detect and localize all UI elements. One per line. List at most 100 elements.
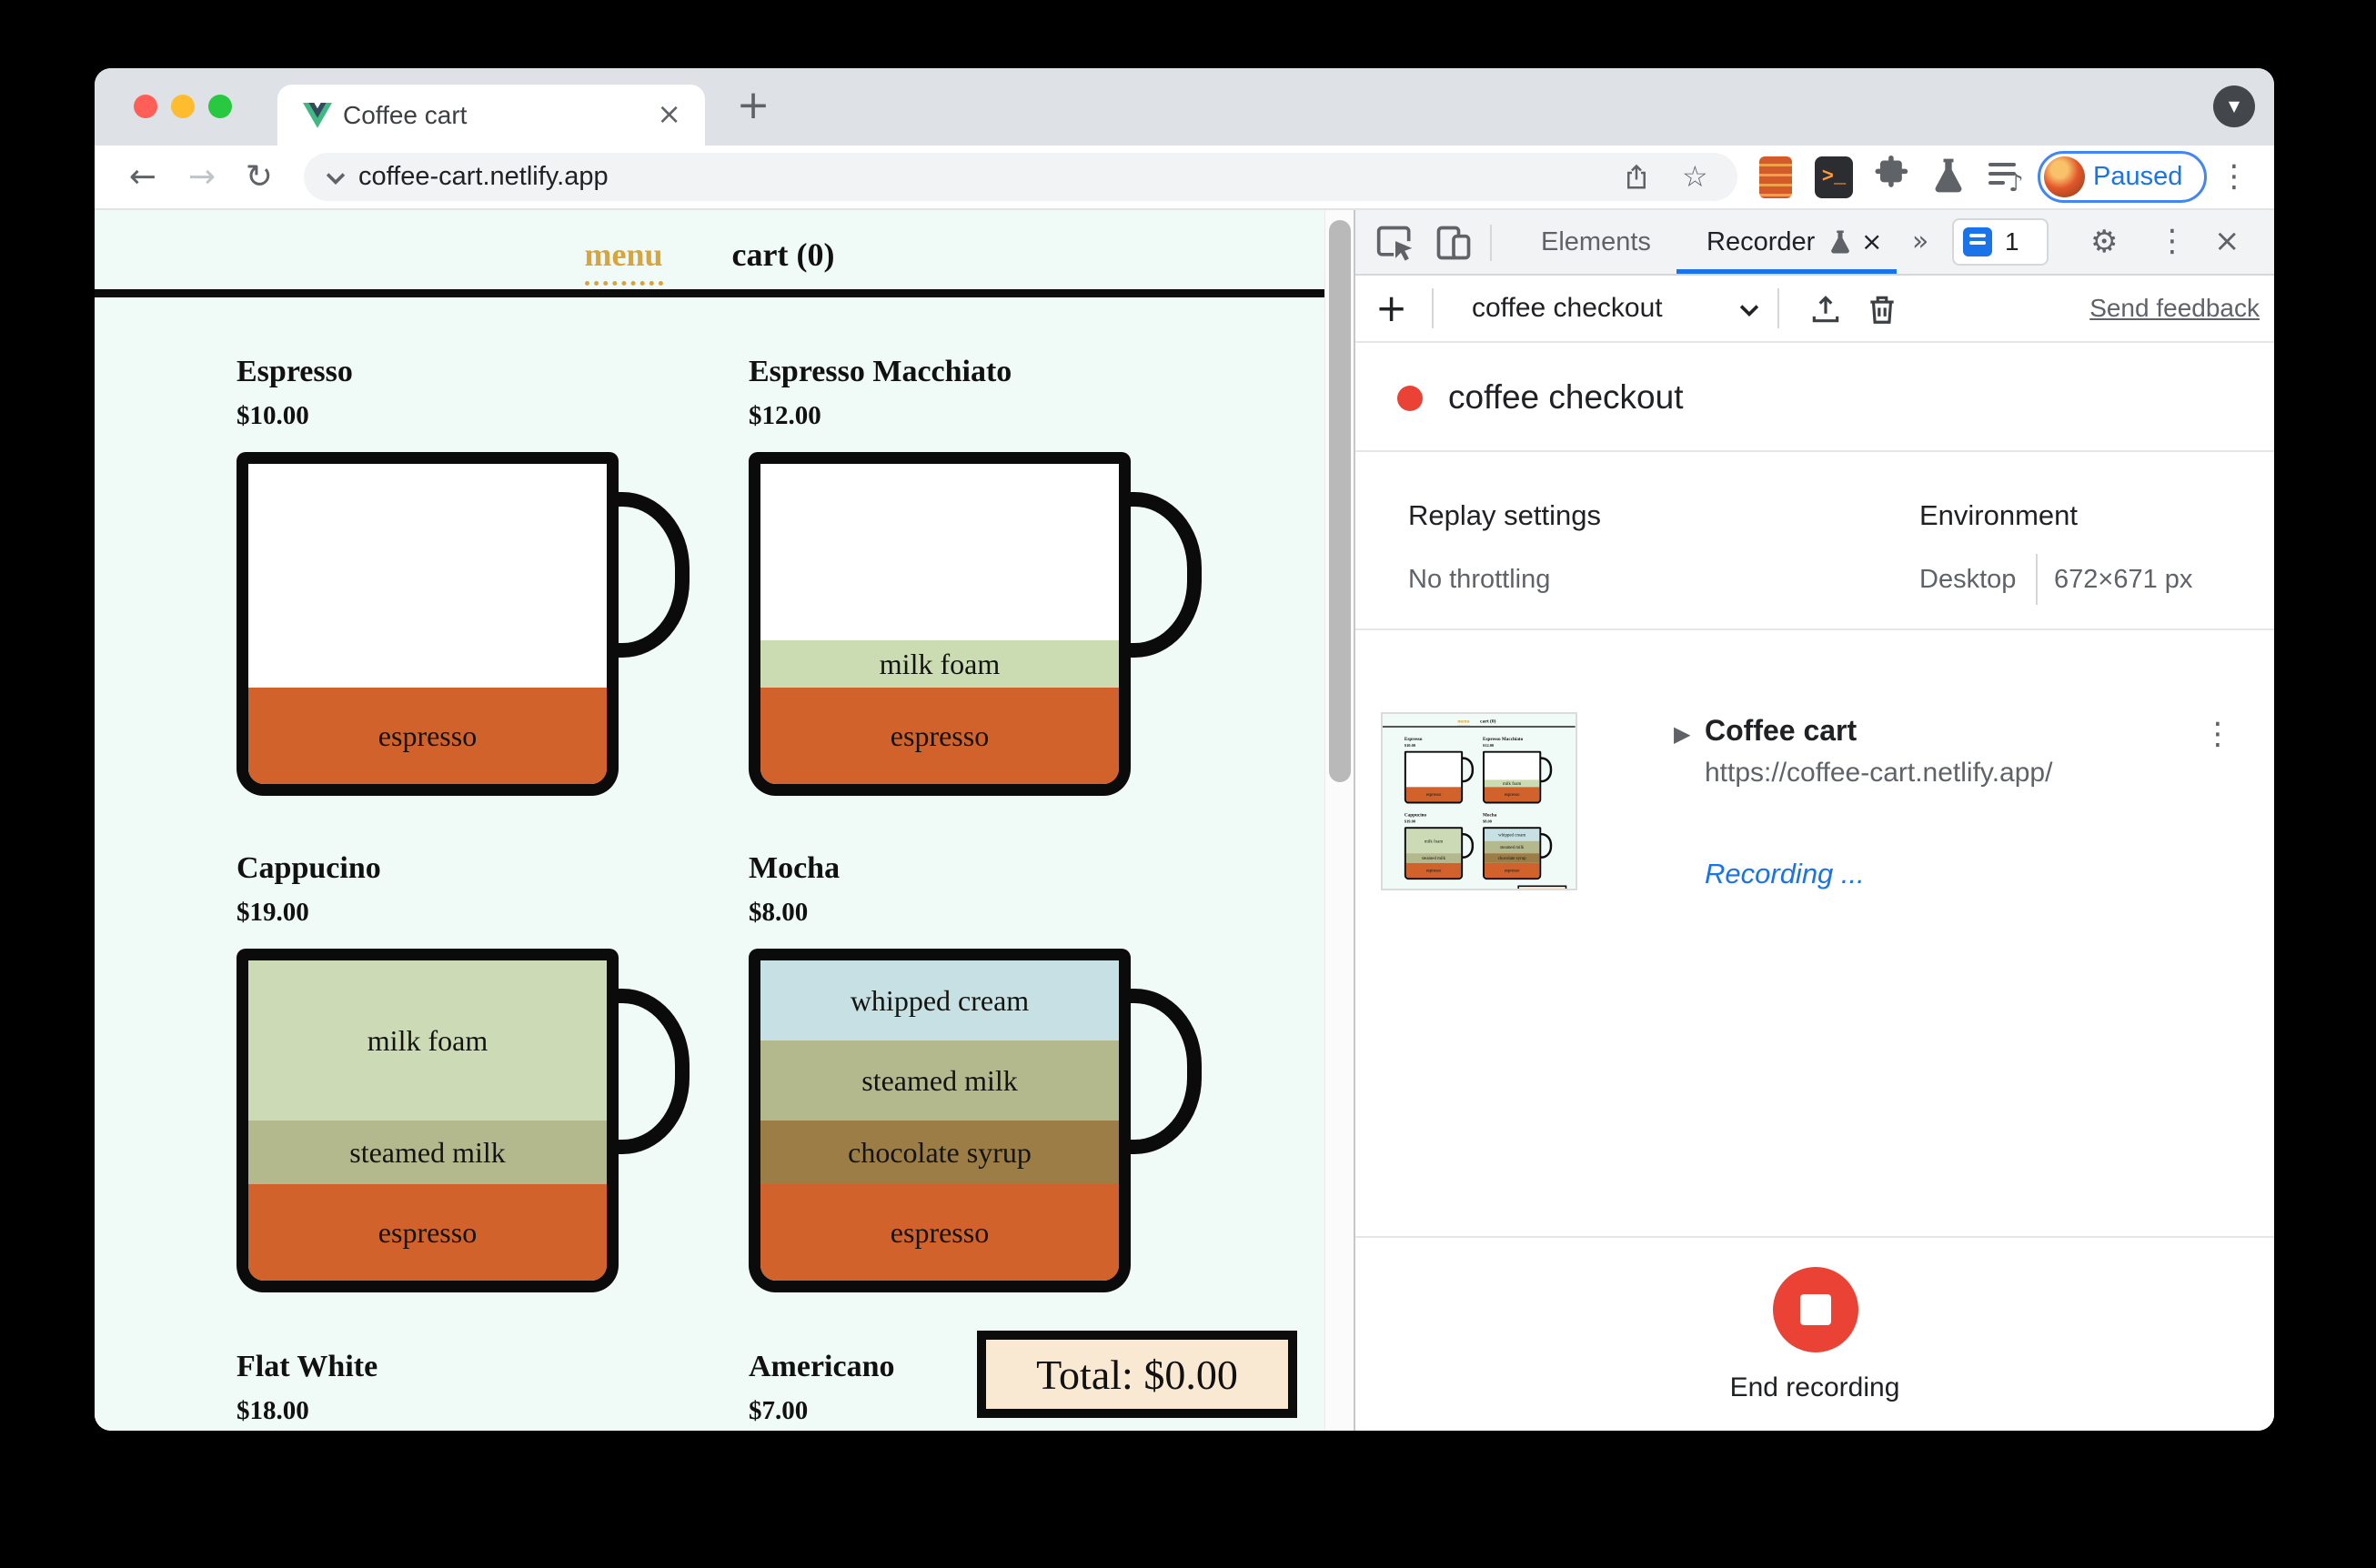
layer-label: milk foam <box>879 647 1001 680</box>
issues-chat-icon <box>1963 227 1992 256</box>
forward-button[interactable]: → <box>182 158 222 198</box>
thumb-item-price: $8.00 <box>1483 819 1492 824</box>
profile-paused-button[interactable]: Paused <box>2038 151 2207 203</box>
extension-docs-icon[interactable] <box>1754 156 1797 199</box>
recording-title: coffee checkout <box>1448 378 1684 416</box>
traffic-light-zoom-button[interactable] <box>208 95 232 118</box>
address-bar[interactable]: coffee-cart.netlify.app ☆ <box>304 153 1737 201</box>
thumb-cup-illustration: milk foam espresso <box>1483 750 1553 804</box>
more-tabs-icon[interactable]: » <box>1912 210 1928 274</box>
traffic-light-close-button[interactable] <box>134 95 157 118</box>
vue-logo-favicon-icon <box>303 103 332 128</box>
device-toolbar-icon[interactable] <box>1434 223 1474 263</box>
item-price: $12.00 <box>749 401 821 430</box>
thumb-cup-illustration: espresso <box>1404 750 1475 804</box>
browser-window: Coffee cart × + ▼ ← → ↻ coffee-cart.netl… <box>95 68 2274 1431</box>
share-icon[interactable] <box>1623 164 1650 191</box>
thumb-layer-milk-foam: milk foam <box>1405 829 1462 854</box>
add-recording-button[interactable]: + <box>1375 276 1407 341</box>
toolbar-divider <box>1490 225 1492 261</box>
traffic-light-minimize-button[interactable] <box>171 95 195 118</box>
page-scrollbar-thumb[interactable] <box>1329 220 1351 782</box>
url-text[interactable]: coffee-cart.netlify.app <box>358 153 609 201</box>
recorder-tab-close-icon[interactable]: × <box>1861 210 1882 274</box>
layer-espresso: espresso <box>760 688 1119 784</box>
layer-espresso: espresso <box>248 688 607 784</box>
delete-recording-icon[interactable] <box>1865 292 1899 327</box>
step-title[interactable]: Coffee cart <box>1705 714 1857 748</box>
recording-select-value[interactable]: coffee checkout <box>1472 276 1663 341</box>
back-button[interactable]: ← <box>123 158 163 198</box>
step-disclosure-icon[interactable]: ▶ <box>1674 721 1690 747</box>
devtools-settings-gear-icon[interactable]: ⚙ <box>2090 210 2118 274</box>
thumb-mug-layers: milk foam espresso <box>1484 753 1540 802</box>
thumb-mug: espresso <box>1404 750 1464 804</box>
tab-recorder[interactable]: Recorder <box>1706 210 1815 274</box>
menu-item: Cappucino $19.00 milk foam steamed milk espr… <box>237 851 746 1292</box>
environment-device: Desktop <box>1919 565 2017 594</box>
step-thumbnail[interactable]: menu cart (0) Espresso $10.00 espresso Espr… <box>1381 712 1577 890</box>
devtools-menu-kebab-icon[interactable]: ⋮ <box>2156 221 2189 261</box>
layer-espresso: espresso <box>760 1184 1119 1281</box>
thumb-item-price: $10.00 <box>1404 743 1416 749</box>
mug[interactable]: milk foam steamed milk espresso <box>237 949 619 1292</box>
devtools-close-icon[interactable]: × <box>2214 210 2240 272</box>
end-recording-button[interactable] <box>1773 1267 1858 1352</box>
tab-search-button[interactable]: ▼ <box>2213 85 2255 127</box>
thumb-cup-illustration: whipped cream steamed milk chocolate syrup… <box>1483 827 1553 880</box>
extension-playlist-icon[interactable]: ♪ <box>1988 156 2032 199</box>
thumb-layer-label: espresso <box>1504 868 1520 873</box>
thumb-nav-link-menu: menu <box>1457 718 1470 726</box>
extension-terminal-icon[interactable]: >_ <box>1812 156 1856 199</box>
profile-avatar <box>2044 156 2085 197</box>
tab-elements[interactable]: Elements <box>1541 210 1651 274</box>
site-info-chevron-icon[interactable] <box>324 171 347 186</box>
send-feedback-link[interactable]: Send feedback <box>2089 276 2260 341</box>
thumb-layer-label: steamed milk <box>1421 855 1446 861</box>
caret-down-icon: ▼ <box>2228 97 2240 115</box>
thumb-item-price: $12.00 <box>1483 743 1495 749</box>
item-name: Espresso <box>237 355 353 388</box>
page-scrollbar[interactable] <box>1324 210 1354 1431</box>
step-menu-kebab-icon[interactable]: ⋮ <box>2201 714 2234 754</box>
extension-flask-icon[interactable] <box>1928 156 1972 199</box>
inspect-element-icon[interactable] <box>1375 223 1415 263</box>
recording-red-dot-icon <box>1397 386 1423 411</box>
layer-espresso: espresso <box>248 1184 607 1281</box>
reload-button[interactable]: ↻ <box>239 158 279 198</box>
export-recording-icon[interactable] <box>1808 292 1843 327</box>
devtools-panel: Elements Recorder × » 1 ⚙ ⋮ × + coffee c… <box>1354 210 2274 1431</box>
mug-layers: milk foam espresso <box>760 464 1119 784</box>
extensions-puzzle-icon[interactable] <box>1870 156 1914 199</box>
browser-menu-kebab-icon[interactable]: ⋮ <box>2218 156 2250 196</box>
thumb-total-label: Total: $0.00 <box>1526 889 1557 890</box>
recording-steps-section: menu cart (0) Espresso $10.00 espresso Espr… <box>1355 630 2274 1236</box>
thumb-total-button: Total: $0.00 <box>1517 885 1567 890</box>
total-button[interactable]: Total: $0.00 <box>977 1331 1297 1418</box>
browser-toolbar: ← → ↻ coffee-cart.netlify.app ☆ >_ ♪ Pau… <box>95 146 2274 210</box>
bookmark-star-icon[interactable]: ☆ <box>1682 153 1708 201</box>
layer-label: milk foam <box>367 1023 488 1057</box>
recording-status: Recording ... <box>1705 858 1865 890</box>
issues-count: 1 <box>2005 227 2019 256</box>
mug[interactable]: espresso <box>237 452 619 796</box>
recording-select-chevron-icon[interactable] <box>1737 303 1761 317</box>
recorder-experiment-flask-icon <box>1831 230 1849 254</box>
new-tab-button[interactable]: + <box>728 81 779 132</box>
issues-badge[interactable]: 1 <box>1952 218 2049 266</box>
mug[interactable]: whipped cream steamed milk chocolate syrup… <box>749 949 1131 1292</box>
environment-title[interactable]: Environment <box>1919 499 2078 532</box>
thumb-item-name: Espresso Macchiato <box>1483 736 1524 741</box>
coffee-page: menu cart (0) Espresso $10.00 espresso Espr… <box>95 210 1354 1431</box>
browser-tab[interactable]: Coffee cart × <box>277 85 705 146</box>
step-url: https://coffee-cart.netlify.app/ <box>1705 758 2053 788</box>
thumb-item-name: Mocha <box>1483 811 1497 818</box>
layer-label: espresso <box>890 719 990 752</box>
tab-close-icon[interactable]: × <box>657 85 681 146</box>
item-price: $18.00 <box>237 1396 309 1425</box>
mug[interactable]: milk foam espresso <box>749 452 1131 796</box>
tab-title: Coffee cart <box>343 101 468 129</box>
recording-header: coffee checkout <box>1355 343 2274 452</box>
cup-illustration: milk foam espresso <box>749 452 1202 796</box>
replay-settings-title[interactable]: Replay settings <box>1408 499 1601 532</box>
